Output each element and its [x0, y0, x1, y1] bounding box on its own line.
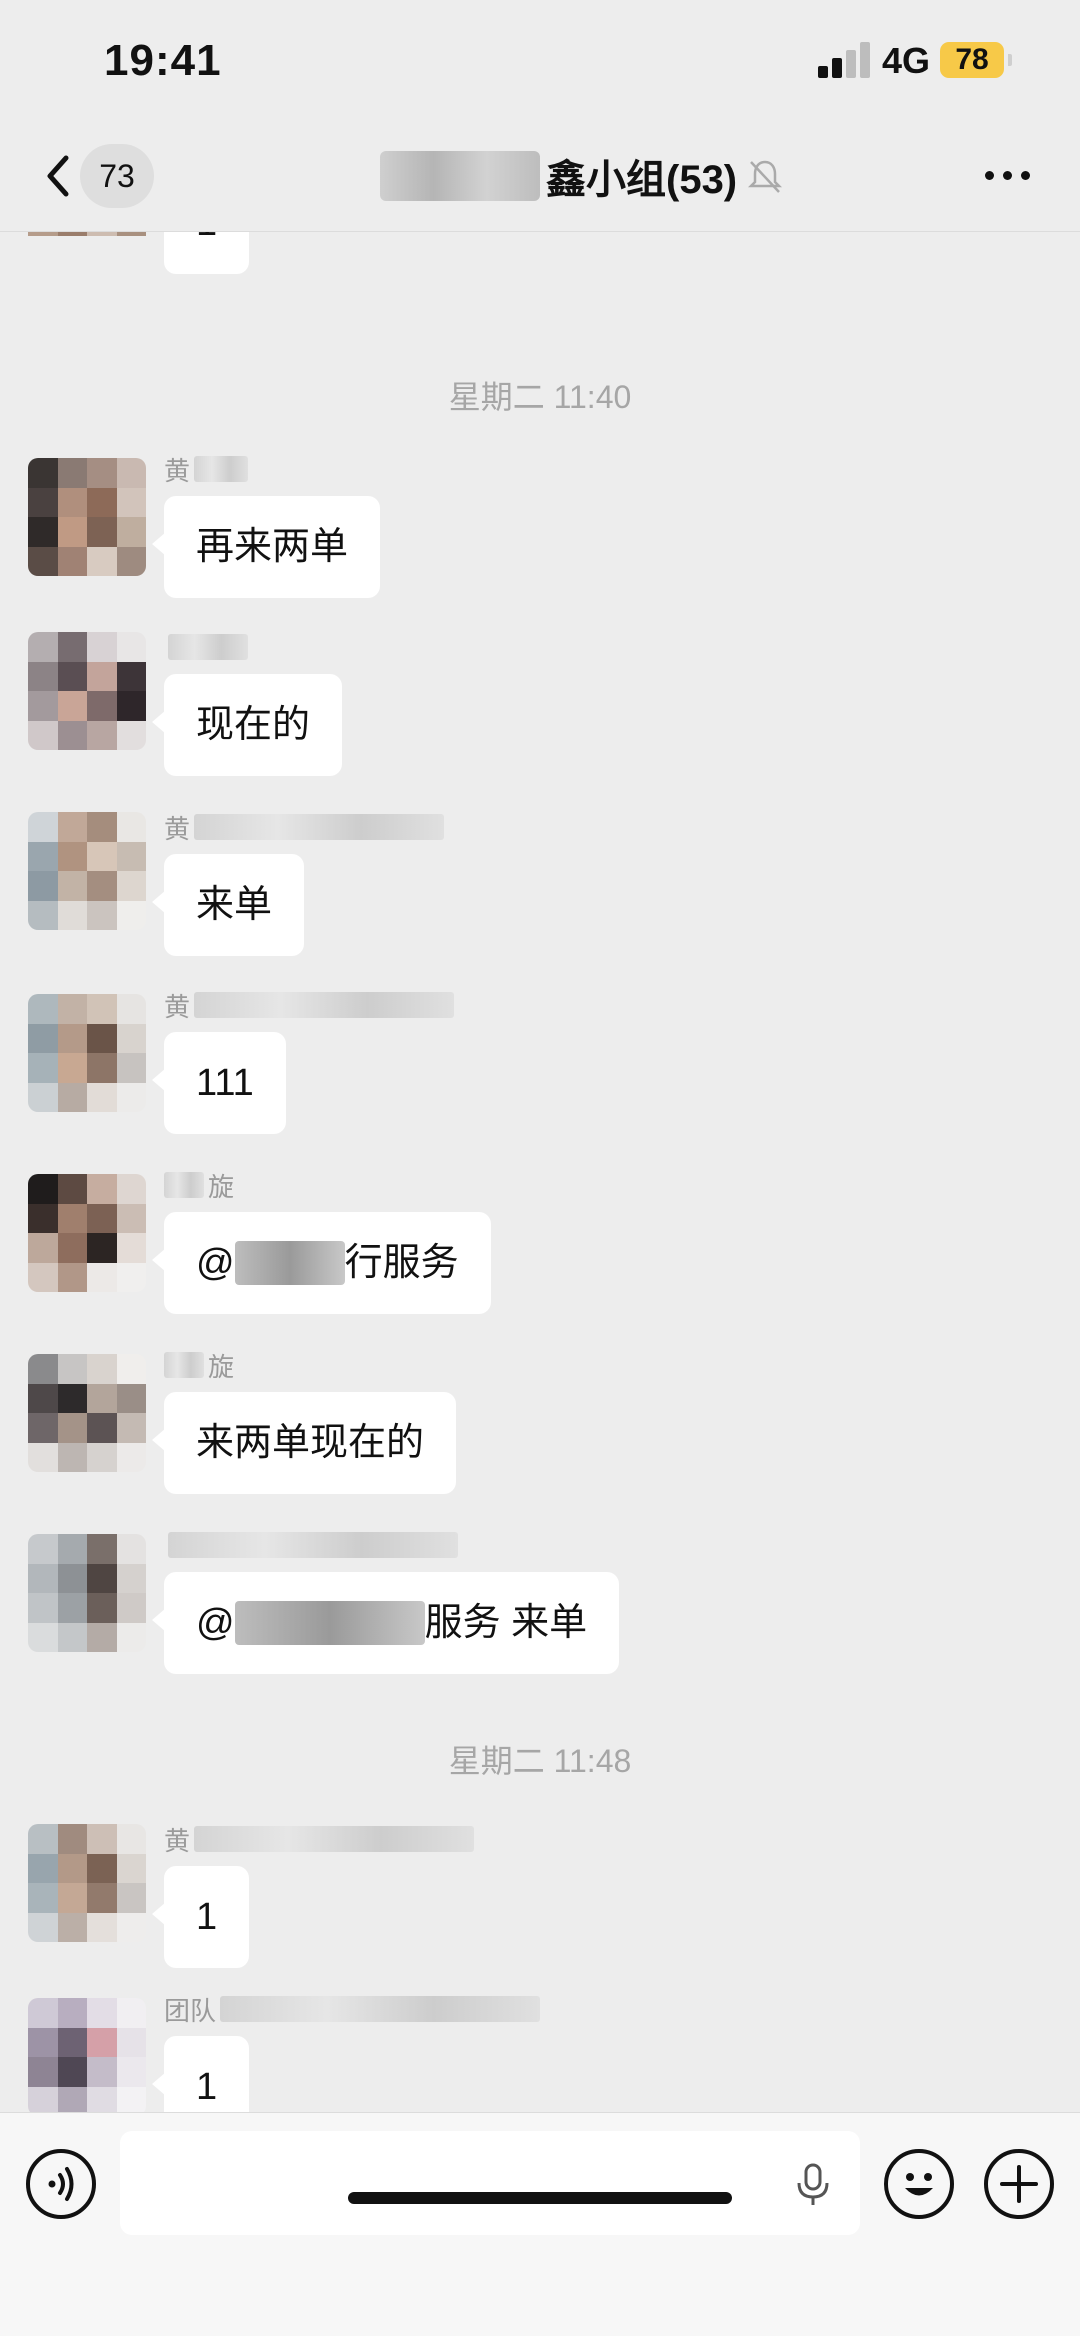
sender-name [164, 632, 248, 662]
more-options-icon[interactable] [985, 160, 1033, 190]
unread-count-badge[interactable]: 73 [80, 144, 154, 208]
avatar[interactable] [28, 994, 146, 1112]
redacted-text [234, 1241, 345, 1285]
battery-indicator: 78 [940, 42, 1012, 78]
sender-name [164, 1530, 458, 1560]
status-bar: 19:41 4G 78 [0, 0, 1080, 120]
sender-name: 黄 [164, 454, 249, 486]
sender-name: 旋 [164, 1350, 238, 1382]
mute-bell-icon [748, 160, 783, 193]
avatar[interactable] [28, 232, 146, 272]
cellular-signal-icon [818, 42, 874, 78]
timestamp-divider: 星期二 11:48 [448, 1743, 632, 1779]
message-bubble[interactable]: @ 行服务 [152, 1212, 491, 1314]
network-type: 4G [882, 40, 931, 81]
emoji-icon [905, 2173, 933, 2196]
avatar[interactable] [28, 1998, 146, 2112]
message-bubble[interactable]: 再来两单 [151, 496, 381, 598]
sender-name: 旋 [164, 1170, 238, 1202]
input-bar [0, 2112, 1080, 2336]
message-bubble[interactable]: 111 [152, 1032, 286, 1134]
redacted-title-segment [380, 151, 540, 201]
sender-name: 黄 [164, 1824, 475, 1856]
message-bubble[interactable]: 1 [164, 232, 250, 274]
message-bubble[interactable]: 来两单现在的 [151, 1392, 457, 1494]
avatar[interactable] [28, 632, 146, 750]
avatar[interactable] [28, 1354, 146, 1472]
avatar[interactable] [28, 812, 146, 930]
avatar[interactable] [28, 1824, 146, 1942]
message-list[interactable]: 1 星期二 11:40 黄 再来两单 现在的 黄 来单 [0, 232, 1080, 2112]
chat-header: 73 鑫小组(53) [0, 120, 1080, 232]
message-bubble[interactable]: 1 [151, 2036, 250, 2112]
sender-name: 黄 [164, 990, 455, 1022]
sender-name: 团队 [164, 1994, 541, 2026]
sender-name: 黄 [164, 812, 445, 844]
microphone-icon[interactable] [790, 2161, 836, 2207]
avatar[interactable] [28, 458, 146, 576]
message-bubble[interactable]: 现在的 [151, 674, 343, 776]
message-bubble[interactable]: 来单 [151, 854, 305, 956]
timestamp-divider: 星期二 11:40 [448, 379, 632, 415]
avatar[interactable] [28, 1174, 146, 1292]
redacted-text [234, 1601, 425, 1645]
add-more-button[interactable] [984, 2149, 1054, 2219]
message-bubble[interactable]: 1 [151, 1866, 250, 1968]
chat-title-area[interactable]: 鑫小组(53) [380, 144, 785, 208]
plus-icon [1000, 2165, 1038, 2203]
message-bubble[interactable]: @ 服务 来单 [151, 1572, 620, 1674]
chat-title: 鑫小组(53) [546, 158, 738, 202]
avatar[interactable] [28, 1534, 146, 1652]
home-indicator[interactable] [348, 2192, 732, 2204]
status-time: 19:41 [104, 36, 222, 85]
message-input[interactable] [120, 2131, 860, 2235]
voice-wave-icon [48, 2167, 74, 2201]
emoji-button[interactable] [884, 2149, 954, 2219]
voice-mode-button[interactable] [26, 2149, 96, 2219]
